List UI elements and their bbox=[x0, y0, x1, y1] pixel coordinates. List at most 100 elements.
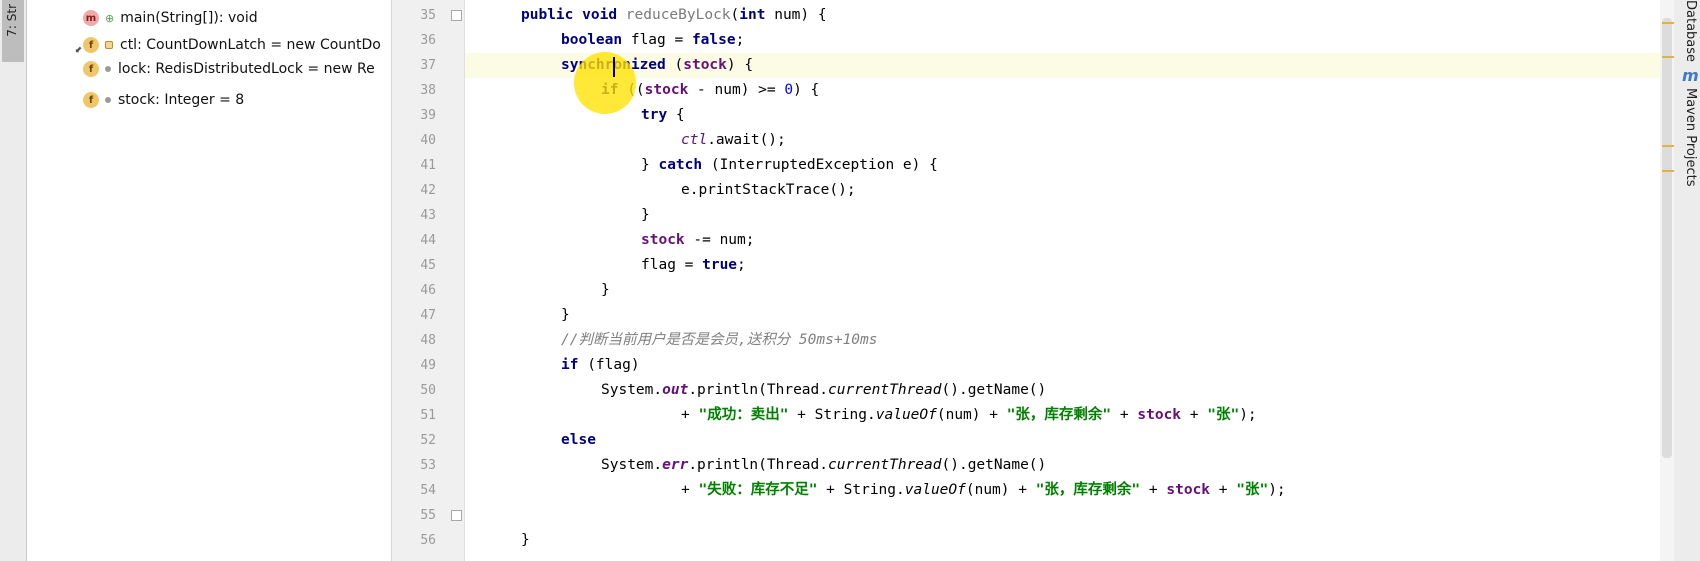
code-text: ; bbox=[737, 257, 746, 273]
structure-tool-tab[interactable]: 7: Str bbox=[2, 0, 24, 62]
code-line-48: //判断当前用户是否是会员,送积分 50ms+10ms bbox=[465, 328, 1660, 353]
string-literal: "张，库存剩余" bbox=[1035, 482, 1141, 498]
scrollbar-thumb[interactable] bbox=[1662, 18, 1672, 458]
code-text: (InterruptedException e) { bbox=[702, 157, 938, 173]
line-number: 52 bbox=[420, 433, 436, 448]
package-visibility-icon bbox=[105, 66, 111, 72]
code-text: e.printStackTrace(); bbox=[681, 182, 856, 198]
code-comment: //判断当前用户是否是会员,送积分 50ms+10ms bbox=[561, 332, 878, 348]
code-editor[interactable]: public void reduceByLock(int num) { bool… bbox=[465, 0, 1660, 561]
mouse-cursor-highlight bbox=[574, 52, 636, 114]
code-line-54: + "失败：库存不足" + String.valueOf(num) + "张，库… bbox=[465, 478, 1660, 503]
structure-item-lock[interactable]: f lock: RedisDistributedLock = new Re bbox=[83, 57, 375, 81]
line-number: 37 bbox=[420, 58, 436, 73]
static-method-ref: currentThread bbox=[828, 382, 942, 398]
keyword: else bbox=[561, 432, 596, 448]
line-number: 40 bbox=[420, 133, 436, 148]
method-name: reduceByLock bbox=[625, 7, 731, 23]
structure-item-label: ctl: CountDownLatch = new CountDo bbox=[120, 37, 381, 53]
method-icon: m bbox=[83, 10, 99, 26]
structure-item-stock[interactable]: f stock: Integer = 8 bbox=[83, 88, 244, 112]
code-text: + bbox=[1140, 482, 1167, 498]
line-number: 44 bbox=[420, 233, 436, 248]
database-tool-tab[interactable]: Database bbox=[1683, 0, 1698, 62]
code-text: + String. bbox=[817, 482, 905, 498]
line-number: 43 bbox=[420, 208, 436, 223]
line-number: 53 bbox=[420, 458, 436, 473]
code-text: -= num; bbox=[684, 232, 755, 248]
line-number: 50 bbox=[420, 383, 436, 398]
private-lock-icon bbox=[105, 41, 113, 49]
warning-stripe-marker[interactable] bbox=[1662, 145, 1674, 147]
line-number: 45 bbox=[420, 258, 436, 273]
structure-item-main[interactable]: m ⊕ main(String[]): void bbox=[83, 6, 258, 30]
field-ref: stock bbox=[644, 82, 689, 98]
code-text: ); bbox=[1239, 407, 1257, 423]
code-text: - num) >= bbox=[688, 82, 785, 98]
code-line-50: System.out.println(Thread.currentThread(… bbox=[465, 378, 1660, 403]
code-line-42: e.printStackTrace(); bbox=[465, 178, 1660, 203]
string-literal: "张" bbox=[1207, 407, 1240, 423]
code-text: ( bbox=[730, 7, 740, 23]
keyword: int bbox=[739, 7, 766, 23]
code-text: flag = bbox=[641, 257, 703, 273]
code-text: (flag) bbox=[578, 357, 640, 373]
code-text: ().getName() bbox=[941, 457, 1047, 473]
public-visibility-icon: ⊕ bbox=[105, 11, 115, 25]
static-method-ref: valueOf bbox=[875, 407, 937, 423]
code-text: { bbox=[667, 107, 685, 123]
fold-marker-icon[interactable] bbox=[451, 10, 462, 21]
maven-projects-tool-tab[interactable]: Maven Projects bbox=[1683, 88, 1698, 187]
code-line-39: try { bbox=[465, 103, 1660, 128]
warning-stripe-marker[interactable] bbox=[1662, 170, 1674, 172]
code-text: ; bbox=[735, 32, 745, 48]
code-text: + bbox=[681, 482, 699, 498]
code-line-38: if ((stock - num) >= 0) { bbox=[465, 78, 1660, 103]
code-text: + bbox=[681, 407, 699, 423]
field-ref: stock bbox=[641, 232, 685, 248]
code-text: ( bbox=[665, 57, 684, 73]
line-number-gutter[interactable]: 35 36 37 38 39 40 41 42 43 44 45 46 47 4… bbox=[392, 0, 465, 561]
keyword: public bbox=[521, 7, 574, 23]
code-text: .println(Thread. bbox=[688, 382, 828, 398]
warning-stripe-marker[interactable] bbox=[1662, 56, 1674, 58]
field-ref: stock bbox=[1166, 482, 1211, 498]
structure-item-label: main(String[]): void bbox=[120, 10, 258, 26]
code-text: } bbox=[641, 207, 650, 223]
code-line-37: synchronized (stock) { bbox=[465, 53, 1660, 78]
structure-panel: m ⊕ main(String[]): void f ⬋ ctl: CountDo… bbox=[27, 0, 392, 561]
structure-item-ctl[interactable]: f ⬋ ctl: CountDownLatch = new CountDo bbox=[75, 33, 381, 57]
code-text: } bbox=[641, 157, 659, 173]
field-ref: stock bbox=[1137, 407, 1182, 423]
number-literal: 0 bbox=[784, 82, 794, 98]
code-line-45: flag = true; bbox=[465, 253, 1660, 278]
line-number: 39 bbox=[420, 108, 436, 123]
code-text: System. bbox=[601, 382, 663, 398]
code-text: } bbox=[521, 532, 530, 548]
field-icon: f bbox=[83, 92, 99, 108]
code-text: .println(Thread. bbox=[688, 457, 828, 473]
code-line-44: stock -= num; bbox=[465, 228, 1660, 253]
structure-item-label: lock: RedisDistributedLock = new Re bbox=[118, 61, 375, 77]
code-line-49: if (flag) bbox=[465, 353, 1660, 378]
warning-stripe-marker[interactable] bbox=[1662, 22, 1674, 24]
code-text: flag = bbox=[622, 32, 692, 48]
field-ref: stock bbox=[683, 57, 727, 73]
code-line-41: } catch (InterruptedException e) { bbox=[465, 153, 1660, 178]
line-number: 41 bbox=[420, 158, 436, 173]
static-field-ref: out bbox=[662, 382, 689, 398]
fold-marker-icon[interactable] bbox=[451, 510, 462, 521]
line-number: 48 bbox=[420, 333, 436, 348]
pin-icon: ⬋ bbox=[75, 45, 83, 55]
line-number: 54 bbox=[420, 483, 436, 498]
string-literal: "张，库存剩余" bbox=[1006, 407, 1112, 423]
line-number: 36 bbox=[420, 33, 436, 48]
keyword: boolean bbox=[561, 32, 623, 48]
code-line-36: boolean flag = false; bbox=[465, 28, 1660, 53]
line-number: 49 bbox=[420, 358, 436, 373]
line-number: 42 bbox=[420, 183, 436, 198]
code-text: + bbox=[1181, 407, 1208, 423]
code-text: (num) + bbox=[965, 482, 1036, 498]
keyword: if bbox=[561, 357, 579, 373]
